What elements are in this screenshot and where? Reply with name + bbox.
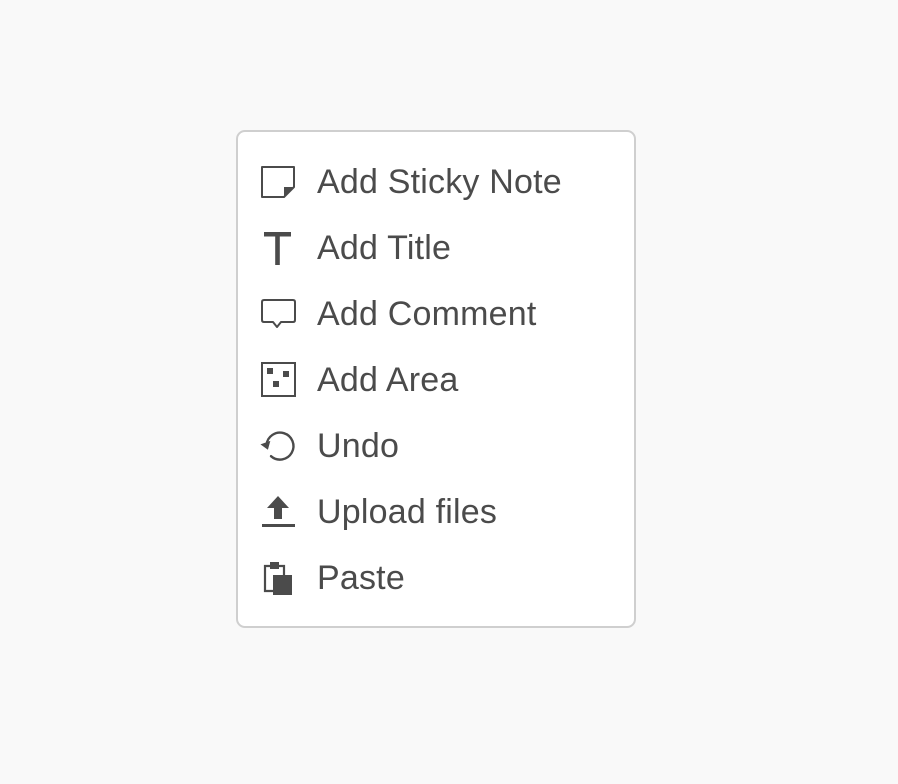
menu-item-label: Upload files: [317, 493, 498, 531]
sticky-note-icon: [258, 164, 298, 200]
menu-item-label: Add Area: [317, 361, 459, 399]
context-menu-list: Add Sticky Note Add Title Add Comment Ad…: [238, 149, 634, 611]
menu-item-paste[interactable]: Paste: [238, 545, 634, 611]
area-grid-icon: [258, 362, 298, 398]
menu-item-undo[interactable]: Undo: [238, 413, 634, 479]
menu-item-upload-files[interactable]: Upload files: [238, 479, 634, 545]
comment-bubble-icon: [258, 296, 298, 332]
menu-item-add-comment[interactable]: Add Comment: [238, 281, 634, 347]
upload-arrow-icon: [258, 494, 298, 530]
context-menu: Add Sticky Note Add Title Add Comment Ad…: [236, 130, 636, 628]
menu-item-label: Add Title: [317, 229, 452, 267]
menu-item-label: Undo: [317, 427, 400, 465]
menu-item-label: Add Comment: [317, 295, 537, 333]
paste-clipboard-icon: [258, 560, 298, 596]
undo-arrow-icon: [258, 428, 298, 464]
menu-item-add-sticky-note[interactable]: Add Sticky Note: [238, 149, 634, 215]
menu-item-label: Paste: [317, 559, 405, 597]
title-text-icon: [258, 230, 298, 266]
menu-item-label: Add Sticky Note: [317, 163, 562, 201]
menu-item-add-area[interactable]: Add Area: [238, 347, 634, 413]
menu-item-add-title[interactable]: Add Title: [238, 215, 634, 281]
